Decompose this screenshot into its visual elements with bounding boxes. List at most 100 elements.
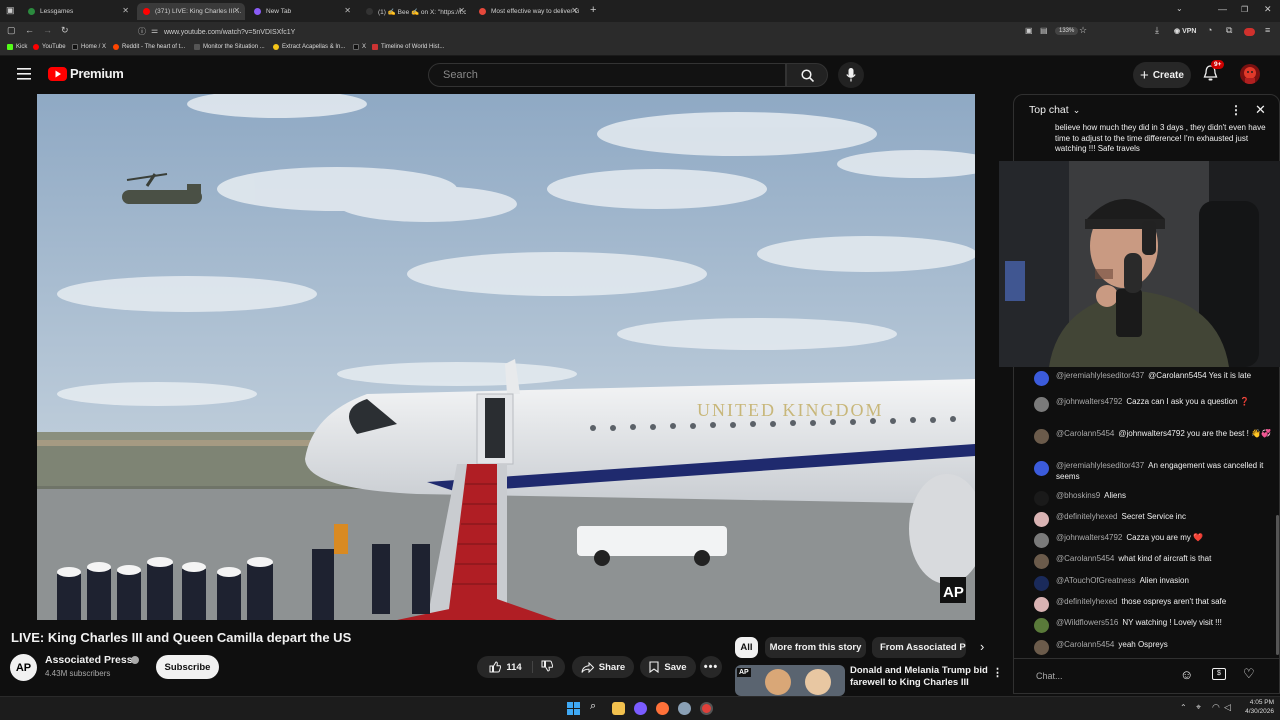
super-chat-icon[interactable]: $: [1212, 668, 1226, 680]
chat-scrollbar[interactable]: [1276, 515, 1279, 655]
tray-chevron-icon[interactable]: ⌃: [1180, 703, 1187, 712]
back-icon[interactable]: ←: [25, 25, 34, 35]
search-button[interactable]: [786, 63, 828, 87]
more-actions-button[interactable]: •••: [700, 656, 722, 678]
chat-avatar[interactable]: [1034, 640, 1049, 655]
windows-start-icon[interactable]: [567, 702, 580, 715]
chat-avatar[interactable]: [1034, 533, 1049, 548]
tab-search-icon[interactable]: ⌄: [1176, 4, 1183, 13]
forward-icon[interactable]: →: [43, 25, 52, 35]
close-tab-icon[interactable]: ✕: [233, 6, 240, 15]
close-tab-icon[interactable]: ✕: [122, 6, 129, 15]
like-button[interactable]: 114: [489, 661, 533, 673]
youtube-premium-logo[interactable]: Premium: [48, 66, 124, 81]
sidebar-icon[interactable]: ▢: [7, 25, 16, 36]
download-icon[interactable]: ⤓: [1155, 25, 1159, 36]
chevron-right-icon[interactable]: ›: [980, 639, 984, 654]
bookmark-item[interactable]: X: [353, 44, 366, 50]
screenshot-icon[interactable]: ▣: [1025, 26, 1033, 35]
chat-input[interactable]: Chat...: [1028, 665, 1178, 687]
heart-icon[interactable]: ♡: [1243, 666, 1255, 682]
install-icon[interactable]: ▤: [1040, 26, 1048, 35]
chat-author[interactable]: @Wildflowers516: [1056, 618, 1118, 627]
chat-author[interactable]: @Carolann5454: [1056, 554, 1114, 563]
bookmark-item[interactable]: Timeline of World Hist...: [372, 44, 444, 50]
channel-name[interactable]: Associated Press: [45, 654, 133, 666]
chat-author[interactable]: @Carolann5454: [1056, 429, 1114, 438]
create-button[interactable]: + Create: [1133, 62, 1191, 88]
browser-tab-2[interactable]: (371) LIVE: King Charles III ... ✕: [137, 3, 245, 20]
close-chat-icon[interactable]: ✕: [1255, 102, 1266, 118]
browser-taskbar-icon[interactable]: [700, 702, 713, 715]
related-video-thumbnail[interactable]: AP: [735, 665, 845, 696]
bookmark-item[interactable]: Extract Acapellas & In...: [273, 44, 345, 50]
hamburger-menu-icon[interactable]: [17, 68, 31, 80]
close-tab-icon[interactable]: ✕: [571, 6, 578, 15]
bookmark-item[interactable]: Kick: [7, 44, 27, 50]
wifi-icon[interactable]: ◠: [1212, 702, 1220, 713]
bookmark-item[interactable]: Monitor the Situation ...: [194, 44, 265, 50]
bookmark-item[interactable]: YouTube: [33, 44, 66, 50]
browser-tab-3[interactable]: New Tab ✕: [248, 3, 356, 20]
bookmark-item[interactable]: Home / X: [72, 44, 106, 50]
chat-author[interactable]: @jeremiahlyleseditor437: [1056, 371, 1144, 380]
chat-author[interactable]: @ATouchOfGreatness: [1056, 576, 1136, 585]
volume-icon[interactable]: ◁: [1224, 702, 1231, 713]
more-vertical-icon[interactable]: ⋮: [992, 666, 1003, 679]
browser-tab-5[interactable]: Most effective way to deliver G ✕: [473, 3, 583, 20]
notifications-button[interactable]: 9+: [1203, 60, 1225, 87]
chat-author[interactable]: @definitelyhexed: [1056, 512, 1118, 521]
related-video-title[interactable]: Donald and Melania Trump bid farewell to…: [850, 665, 990, 690]
chat-avatar[interactable]: [1034, 491, 1049, 506]
maximize-icon[interactable]: ❐: [1241, 5, 1248, 14]
close-window-icon[interactable]: ✕: [1264, 4, 1272, 15]
chat-author[interactable]: @bhoskins9: [1056, 491, 1100, 500]
taskbar-search-icon[interactable]: ⌕: [590, 700, 596, 713]
chat-avatar[interactable]: [1034, 461, 1049, 476]
chat-avatar[interactable]: [1034, 397, 1049, 412]
video-player[interactable]: UNITED KINGDOM AP: [37, 94, 975, 620]
chat-avatar[interactable]: [1034, 554, 1049, 569]
bookmark-item[interactable]: Reddit - The heart of t...: [113, 44, 185, 50]
chat-avatar[interactable]: [1034, 512, 1049, 527]
chat-author[interactable]: @definitelyhexed: [1056, 597, 1118, 606]
firefox-icon[interactable]: [656, 702, 669, 715]
menu-icon[interactable]: ≡: [1265, 25, 1270, 35]
chat-author[interactable]: @johnwalters4792: [1056, 533, 1122, 542]
reload-icon[interactable]: ↻: [61, 25, 69, 36]
profile-icon[interactable]: [1244, 28, 1255, 36]
chat-avatar[interactable]: [1034, 618, 1049, 633]
file-explorer-icon[interactable]: [612, 702, 625, 715]
close-tab-icon[interactable]: ✕: [458, 6, 465, 15]
clock-date[interactable]: 4/30/2026: [1242, 708, 1274, 715]
chip-from-associated-press[interactable]: From Associated Pr: [872, 637, 966, 658]
tab-actions-icon[interactable]: ▣: [6, 5, 15, 16]
chat-avatar[interactable]: [1034, 597, 1049, 612]
chat-mode-dropdown[interactable]: Top chat ⌄: [1029, 104, 1080, 116]
save-button[interactable]: Save: [640, 656, 696, 678]
share-button[interactable]: Share: [572, 656, 634, 678]
chat-author[interactable]: @jeremiahlyleseditor437: [1056, 461, 1144, 470]
clock-time[interactable]: 4:05 PM: [1242, 699, 1274, 706]
chat-avatar[interactable]: [1034, 576, 1049, 591]
chat-avatar[interactable]: [1034, 429, 1049, 444]
site-info-icon[interactable]: ⓘ: [138, 26, 146, 37]
minimize-icon[interactable]: —: [1218, 4, 1227, 14]
discord-icon[interactable]: [634, 702, 647, 715]
subscribe-button[interactable]: Subscribe: [156, 655, 219, 679]
new-tab-icon[interactable]: +: [590, 4, 596, 16]
channel-avatar[interactable]: AP: [10, 654, 37, 681]
chat-author[interactable]: @johnwalters4792: [1056, 397, 1122, 406]
browser-tab-4[interactable]: (1) ✍ Bee ✍ on X: "https://t.c ✕: [360, 3, 470, 20]
vpn-button[interactable]: ◉ VPN: [1174, 27, 1196, 35]
close-tab-icon[interactable]: ✕: [344, 6, 351, 15]
account-icon[interactable]: ◔: [1207, 25, 1212, 35]
browser-tab-1[interactable]: Lessgames ✕: [22, 3, 134, 20]
avatar[interactable]: [1240, 64, 1260, 84]
tune-icon[interactable]: ⚌: [151, 26, 158, 35]
search-input[interactable]: Search: [428, 63, 786, 87]
emoji-icon[interactable]: ☺: [1180, 667, 1193, 682]
dislike-button[interactable]: [538, 660, 553, 675]
settings-gear-icon[interactable]: [678, 702, 691, 715]
chat-avatar[interactable]: [1034, 371, 1049, 386]
